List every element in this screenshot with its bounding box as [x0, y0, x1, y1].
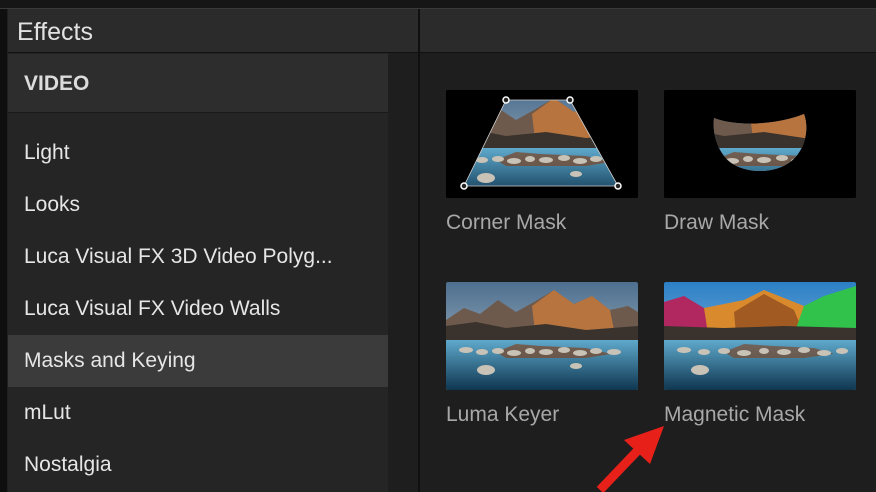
- sidebar-item-label: Nostalgia: [24, 453, 112, 476]
- effect-thumbnail-corner-mask[interactable]: [446, 90, 638, 198]
- sidebar-item-looks[interactable]: Looks: [8, 179, 388, 231]
- effect-thumbnail-draw-mask[interactable]: [664, 90, 856, 198]
- luma-keyer-preview: [446, 282, 638, 390]
- sidebar-item-label: Looks: [24, 193, 81, 216]
- magnetic-mask-preview: [664, 282, 856, 390]
- window-top-strip: [0, 0, 876, 9]
- sidebar-item-label: mLut: [24, 401, 71, 424]
- effect-thumbnail-magnetic-mask[interactable]: [664, 282, 856, 390]
- effect-name-magnetic-mask: Magnetic Mask: [664, 403, 806, 426]
- effect-thumbnail-luma-keyer[interactable]: [446, 282, 638, 390]
- sidebar-item-luca-3d-video-polygon[interactable]: Luca Visual FX 3D Video Polyg...: [8, 231, 388, 283]
- sidebar-item-luca-video-walls[interactable]: Luca Visual FX Video Walls: [8, 283, 388, 335]
- pointer-arrow-icon: [596, 426, 664, 492]
- effects-panel-header: Effects: [8, 9, 418, 53]
- sidebar-item-mlut[interactable]: mLut: [8, 387, 388, 439]
- draw-mask-preview: [664, 90, 856, 198]
- sidebar-item-label: Masks and Keying: [24, 349, 196, 372]
- sidebar-item-label: Light: [24, 141, 70, 164]
- sidebar-item-label: Luca Visual FX Video Walls: [24, 297, 281, 320]
- effect-name-corner-mask: Corner Mask: [446, 211, 567, 234]
- effects-browser-header: [420, 9, 876, 53]
- section-header-video[interactable]: VIDEO: [8, 54, 388, 113]
- panel-title: Effects: [17, 18, 93, 46]
- sidebar-item-nostalgia[interactable]: Nostalgia: [8, 439, 388, 491]
- sidebar-gutter: [388, 53, 418, 492]
- sidebar-item-label: Luca Visual FX 3D Video Polyg...: [24, 245, 333, 268]
- effect-name-draw-mask: Draw Mask: [664, 211, 770, 234]
- left-edge: [0, 9, 7, 492]
- sidebar-item-light[interactable]: Light: [8, 127, 388, 179]
- sidebar-item-masks-and-keying[interactable]: Masks and Keying: [8, 335, 388, 387]
- section-header-label: VIDEO: [24, 72, 90, 95]
- corner-mask-preview: [446, 90, 638, 198]
- effect-name-luma-keyer: Luma Keyer: [446, 403, 560, 426]
